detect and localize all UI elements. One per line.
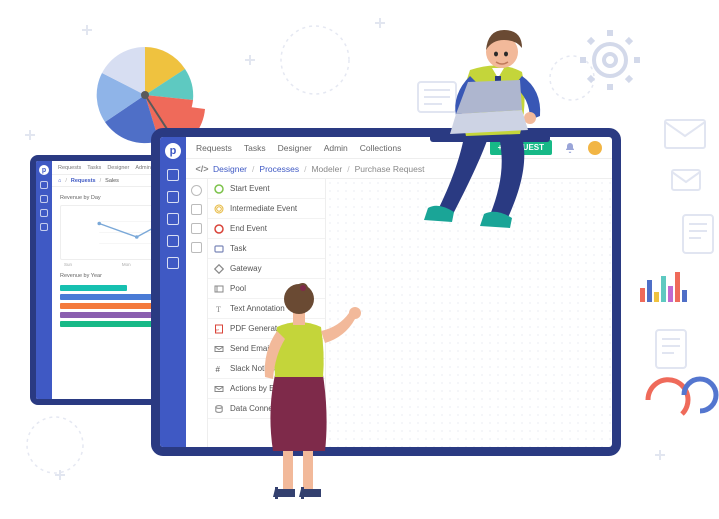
crumb-designer[interactable]: Designer bbox=[213, 164, 247, 174]
svg-text:T: T bbox=[216, 305, 221, 314]
data-connector-icon bbox=[214, 404, 224, 414]
tool-pointer-icon[interactable] bbox=[191, 185, 202, 196]
rail-icon[interactable] bbox=[40, 195, 48, 203]
start-event-icon bbox=[214, 184, 224, 194]
sidebar-rail-front: p bbox=[160, 137, 186, 447]
end-event-icon bbox=[214, 224, 224, 234]
illustration-woman-standing bbox=[225, 255, 375, 515]
task-icon bbox=[214, 244, 224, 254]
bar-2014 bbox=[60, 285, 127, 291]
nav-tasks[interactable]: Tasks bbox=[87, 165, 101, 171]
bar-2018 bbox=[60, 321, 156, 327]
crumb-sales: Sales bbox=[105, 178, 119, 184]
crumb-processes[interactable]: Processes bbox=[259, 164, 299, 174]
nav-designer[interactable]: Designer bbox=[107, 165, 129, 171]
rail-icon[interactable] bbox=[167, 191, 179, 203]
palette-item-end-event[interactable]: End Event bbox=[208, 219, 325, 239]
nav-requests[interactable]: Requests bbox=[58, 165, 81, 171]
nav-requests[interactable]: Requests bbox=[196, 143, 232, 153]
rail-icon[interactable] bbox=[167, 235, 179, 247]
text-annotation-icon: T bbox=[214, 304, 224, 314]
nav-collections[interactable]: Collections bbox=[360, 143, 402, 153]
code-icon: </> bbox=[196, 163, 208, 175]
slack-notification-icon: # bbox=[214, 364, 224, 374]
illustration-man-sitting bbox=[410, 10, 620, 240]
palette-item-label: Task bbox=[230, 244, 246, 253]
send-email-icon bbox=[214, 344, 224, 354]
tool-connect-icon[interactable] bbox=[191, 242, 202, 253]
actions-by-email-icon bbox=[214, 384, 224, 394]
pdf-generator-icon: P bbox=[214, 324, 224, 334]
crumb-requests[interactable]: Requests bbox=[71, 178, 96, 184]
app-logo-front: p bbox=[165, 143, 181, 159]
rail-icon[interactable] bbox=[40, 209, 48, 217]
vertical-toolbar bbox=[186, 179, 208, 447]
rail-icon[interactable] bbox=[167, 213, 179, 225]
nav-admin[interactable]: Admin bbox=[135, 165, 151, 171]
rail-icon[interactable] bbox=[40, 181, 48, 189]
palette-item-label: End Event bbox=[230, 224, 267, 233]
crumb-modeler: Modeler bbox=[311, 164, 342, 174]
palette-item-label: Intermediate Event bbox=[230, 204, 297, 213]
nav-admin[interactable]: Admin bbox=[324, 143, 348, 153]
intermediate-event-icon bbox=[214, 204, 224, 214]
palette-item-label: Start Event bbox=[230, 184, 270, 193]
nav-designer[interactable]: Designer bbox=[278, 143, 312, 153]
tool-lasso-icon[interactable] bbox=[191, 223, 202, 234]
svg-text:P: P bbox=[216, 327, 219, 332]
tool-hand-icon[interactable] bbox=[191, 204, 202, 215]
rail-icon[interactable] bbox=[167, 257, 179, 269]
rail-icon[interactable] bbox=[167, 169, 179, 181]
app-logo-back: p bbox=[39, 165, 49, 175]
pool-icon bbox=[214, 284, 224, 294]
palette-item-intermediate-event[interactable]: Intermediate Event bbox=[208, 199, 325, 219]
svg-text:#: # bbox=[216, 365, 221, 374]
gateway-icon bbox=[214, 264, 224, 274]
home-icon[interactable]: ⌂ bbox=[58, 178, 61, 184]
sidebar-rail-back: p bbox=[36, 161, 52, 399]
palette-item-start-event[interactable]: Start Event bbox=[208, 179, 325, 199]
nav-tasks[interactable]: Tasks bbox=[244, 143, 266, 153]
rail-icon[interactable] bbox=[40, 223, 48, 231]
